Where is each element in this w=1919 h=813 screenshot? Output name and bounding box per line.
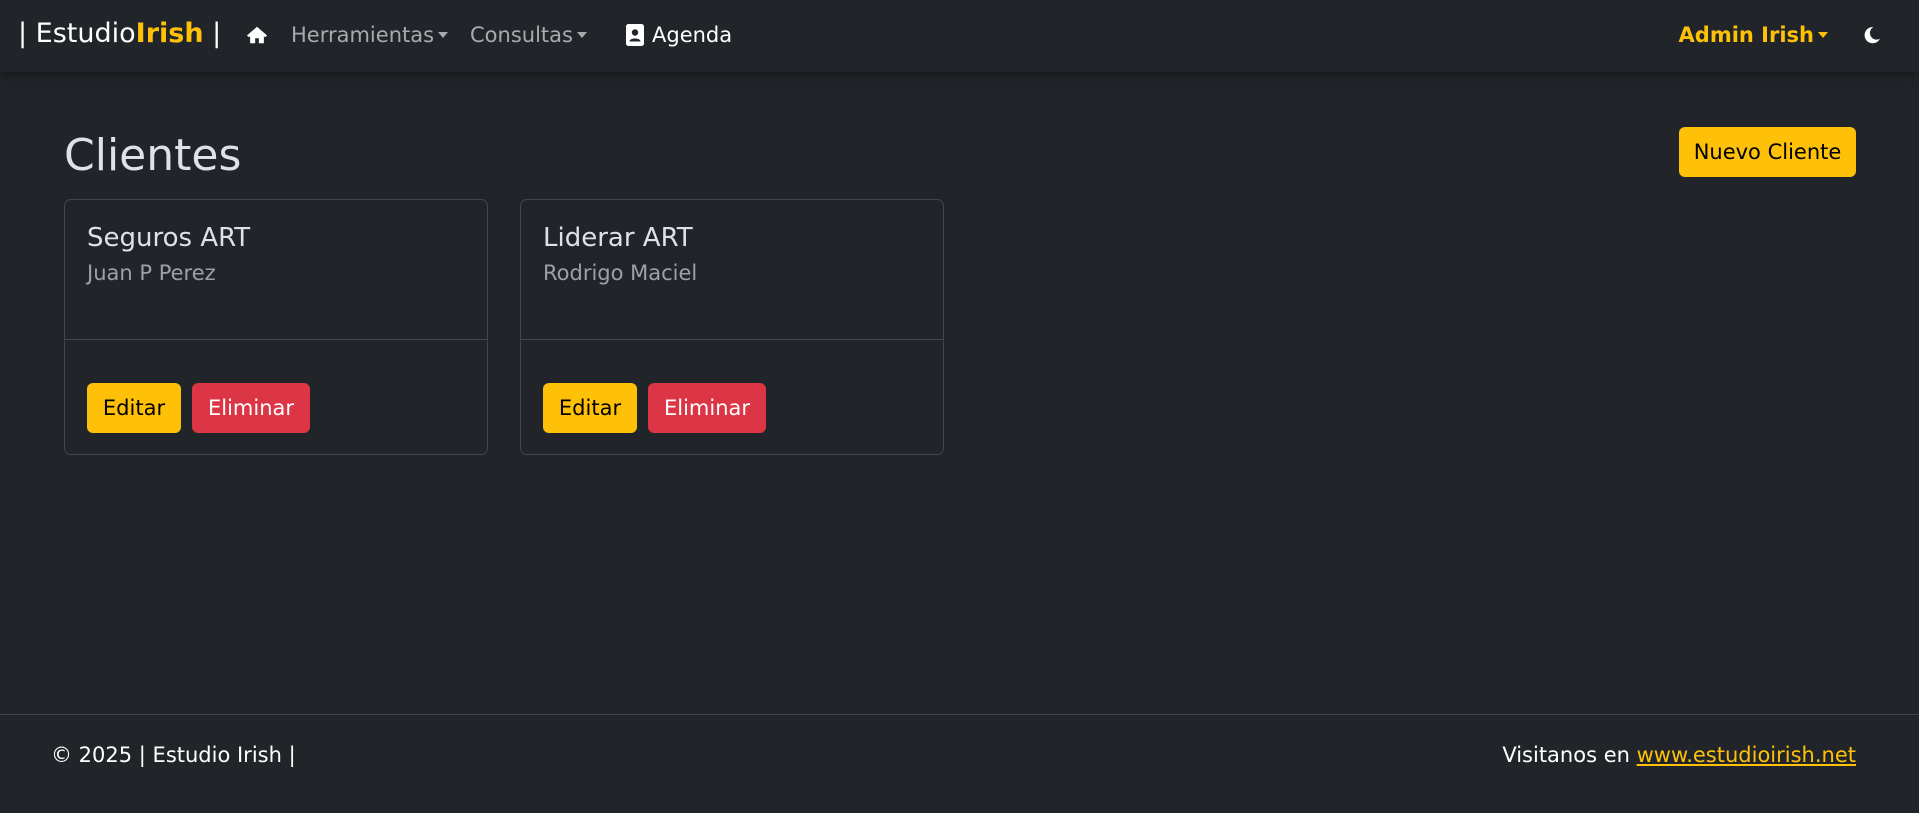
edit-button[interactable]: Editar bbox=[543, 383, 637, 433]
nav-herramientas-dropdown[interactable]: Herramientas bbox=[291, 20, 449, 50]
brand-prefix: | Estudio bbox=[18, 18, 136, 49]
card-body: Liderar ART Rodrigo Maciel bbox=[521, 200, 943, 340]
page-title: Clientes bbox=[64, 130, 242, 181]
client-name: Seguros ART bbox=[87, 223, 251, 253]
address-book-icon bbox=[626, 24, 644, 46]
footer: © 2025 | Estudio Irish | Visitanos en ww… bbox=[0, 714, 1919, 813]
delete-button[interactable]: Eliminar bbox=[648, 383, 766, 433]
nav-agenda-link[interactable]: Agenda bbox=[626, 20, 732, 50]
home-icon[interactable] bbox=[246, 24, 268, 46]
nav-consultas-label: Consultas bbox=[470, 23, 573, 47]
client-card: Seguros ART Juan P Perez Editar Eliminar bbox=[64, 199, 488, 455]
nav-consultas-dropdown[interactable]: Consultas bbox=[470, 20, 587, 50]
caret-down-icon bbox=[438, 32, 449, 38]
brand-logo[interactable]: | EstudioIrish | bbox=[18, 16, 221, 52]
footer-website-link[interactable]: www.estudioirish.net bbox=[1637, 743, 1856, 767]
caret-down-icon bbox=[1818, 32, 1828, 38]
card-body: Seguros ART Juan P Perez bbox=[65, 200, 487, 340]
client-name: Liderar ART bbox=[543, 223, 693, 253]
client-contact: Rodrigo Maciel bbox=[543, 261, 698, 285]
nav-herramientas-label: Herramientas bbox=[291, 23, 435, 47]
navbar: | EstudioIrish | Herramientas Consultas … bbox=[0, 0, 1919, 72]
brand-accent: Irish bbox=[135, 18, 204, 49]
caret-down-icon bbox=[576, 32, 587, 38]
edit-button[interactable]: Editar bbox=[87, 383, 181, 433]
delete-button[interactable]: Eliminar bbox=[192, 383, 310, 433]
client-contact: Juan P Perez bbox=[87, 261, 216, 285]
user-menu-label: Admin Irish bbox=[1678, 23, 1814, 47]
footer-copyright: © 2025 | Estudio Irish | bbox=[51, 743, 296, 767]
client-card: Liderar ART Rodrigo Maciel Editar Elimin… bbox=[520, 199, 944, 455]
footer-visit: Visitanos en www.estudioirish.net bbox=[1502, 739, 1856, 771]
new-client-button[interactable]: Nuevo Cliente bbox=[1679, 127, 1856, 177]
user-menu-dropdown[interactable]: Admin Irish bbox=[1679, 20, 1828, 50]
brand-suffix: | bbox=[203, 18, 222, 49]
footer-visit-text: Visitanos en bbox=[1502, 743, 1637, 767]
nav-agenda-label: Agenda bbox=[652, 23, 733, 47]
moon-icon[interactable] bbox=[1863, 26, 1881, 44]
